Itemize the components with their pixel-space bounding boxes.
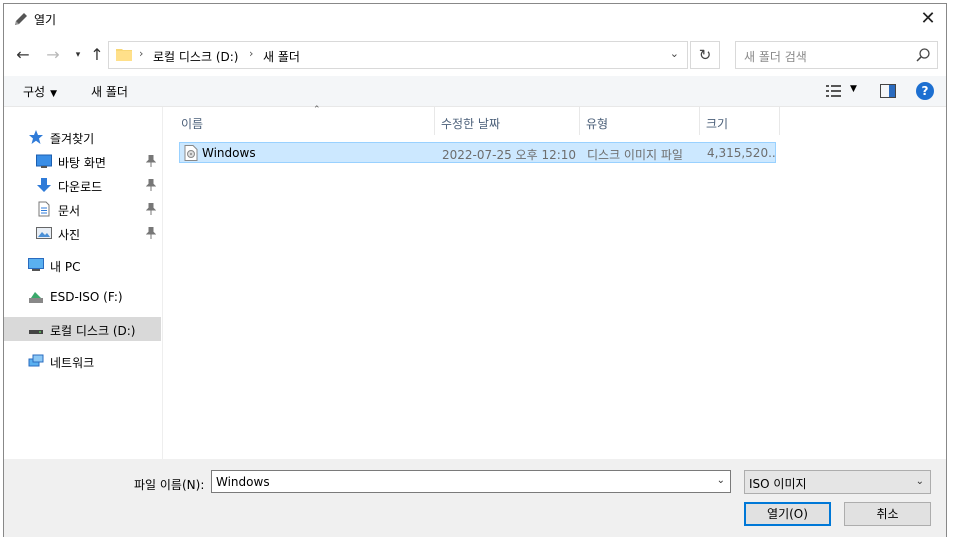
pin-icon[interactable]	[146, 227, 156, 239]
chevron-down-icon: ⌄	[915, 476, 924, 487]
folder-icon	[116, 49, 132, 61]
pictures-icon	[36, 227, 52, 239]
search-box[interactable]: 새 폴더 검색	[735, 41, 938, 69]
organize-label: 구성	[23, 85, 46, 99]
navigation-bar: ← → ▾ ↑ › 로컬 디스크 (D:) › 새 폴더 ⌄ ↻ 새 폴더 검색	[4, 39, 946, 73]
sidebar-item-label: 내 PC	[50, 260, 81, 274]
file-list: 이름 ⌃ 수정한 날짜 유형 크기 Windows 2022-07-25 오후 …	[163, 105, 946, 459]
sidebar-item-label: 즐겨찾기	[50, 132, 95, 146]
open-file-dialog: 열기 ✕ ← → ▾ ↑ › 로컬 디스크 (D:) › 새 폴더 ⌄ ↻ 새 …	[3, 3, 947, 537]
arrow-left-icon[interactable]: ←	[12, 44, 34, 66]
file-size: 4,315,520...	[707, 146, 775, 160]
sidebar-item-desktop[interactable]: 바탕 화면	[4, 149, 161, 173]
star-icon	[29, 130, 43, 144]
arrow-right-icon[interactable]: →	[42, 44, 64, 66]
breadcrumb-separator[interactable]: ›	[139, 47, 143, 60]
column-header-label: 수정한 날짜	[441, 117, 501, 131]
caret-down-icon: ▼	[50, 89, 58, 99]
file-modified: 2022-07-25 오후 12:10	[442, 148, 577, 162]
search-icon	[916, 48, 930, 62]
sidebar-item-label: 문서	[58, 204, 81, 218]
column-header-name[interactable]: 이름 ⌃	[175, 105, 435, 135]
pin-icon[interactable]	[146, 155, 156, 167]
window-title: 열기	[34, 13, 57, 27]
sidebar-item-esd-iso[interactable]: ESD-ISO (F:)	[4, 285, 161, 309]
pin-icon[interactable]	[146, 203, 156, 215]
sidebar-item-this-pc[interactable]: 내 PC	[4, 253, 161, 277]
file-name: Windows	[202, 146, 256, 160]
pin-icon[interactable]	[146, 179, 156, 191]
sidebar-item-label: ESD-ISO (F:)	[50, 290, 123, 304]
sidebar-item-downloads[interactable]: 다운로드	[4, 173, 161, 197]
sidebar-item-label: 사진	[58, 228, 81, 242]
usb-drive-icon	[29, 292, 43, 303]
help-icon[interactable]: ?	[916, 82, 934, 100]
search-placeholder[interactable]: 새 폴더 검색	[744, 48, 807, 65]
hard-drive-icon	[29, 330, 43, 334]
desktop-icon	[36, 154, 52, 168]
filename-value[interactable]: Windows	[216, 475, 270, 489]
file-row[interactable]: Windows 2022-07-25 오후 12:10 디스크 이미지 파일 4…	[179, 142, 776, 163]
organize-button[interactable]: 구성 ▼	[23, 83, 57, 100]
column-header-type[interactable]: 유형	[580, 107, 700, 135]
command-bar: 구성 ▼ 새 폴더 ▼ ?	[4, 76, 946, 107]
open-button[interactable]: 열기(O)	[744, 502, 831, 526]
refresh-icon[interactable]: ↻	[690, 41, 720, 69]
footer-panel: 파일 이름(N): Windows ⌄ ISO 이미지 ⌄ 열기(O) 취소	[4, 459, 946, 537]
sidebar-item-local-disk[interactable]: 로컬 디스크 (D:)	[4, 317, 161, 341]
breadcrumb-folder[interactable]: 새 폴더	[263, 48, 300, 65]
breadcrumb-separator[interactable]: ›	[249, 47, 253, 60]
navigation-pane: 즐겨찾기 바탕 화면 다운로드 문서 사진 내 PC ESD-ISO (F:) …	[4, 107, 163, 459]
document-icon	[38, 201, 50, 217]
column-header-label: 유형	[586, 117, 609, 131]
column-header-size[interactable]: 크기	[700, 107, 780, 135]
address-bar[interactable]: › 로컬 디스크 (D:) › 새 폴더 ⌄	[108, 41, 688, 69]
column-header-modified[interactable]: 수정한 날짜	[435, 107, 580, 135]
preview-pane-icon[interactable]	[880, 84, 896, 98]
sort-ascending-icon: ⌃	[313, 105, 321, 115]
cancel-button[interactable]: 취소	[844, 502, 931, 526]
computer-icon	[28, 258, 44, 271]
sidebar-item-network[interactable]: 네트워크	[4, 349, 161, 373]
disc-image-icon	[184, 145, 198, 161]
column-header-label: 이름	[181, 117, 204, 131]
filetype-value: ISO 이미지	[749, 477, 807, 491]
arrow-up-icon[interactable]: ↑	[86, 44, 108, 66]
download-icon	[37, 178, 51, 192]
breadcrumb-drive[interactable]: 로컬 디스크 (D:)	[153, 48, 238, 65]
filename-input[interactable]: Windows ⌄	[211, 470, 731, 493]
chevron-down-icon[interactable]: ⌄	[717, 475, 725, 486]
new-folder-button[interactable]: 새 폴더	[91, 83, 128, 100]
caret-down-icon[interactable]: ▼	[850, 84, 857, 94]
sidebar-item-label: 로컬 디스크 (D:)	[50, 324, 136, 338]
network-icon	[28, 354, 44, 367]
sidebar-item-pictures[interactable]: 사진	[4, 221, 161, 245]
filename-label: 파일 이름(N):	[134, 478, 205, 492]
file-type: 디스크 이미지 파일	[587, 148, 683, 162]
sidebar-item-quick-access[interactable]: 즐겨찾기	[4, 125, 161, 149]
title-bar: 열기 ✕	[4, 4, 946, 34]
pencil-icon	[15, 13, 27, 25]
close-icon[interactable]: ✕	[916, 7, 940, 31]
sidebar-item-label: 네트워크	[50, 356, 95, 370]
filetype-select[interactable]: ISO 이미지 ⌄	[744, 470, 931, 494]
sidebar-item-label: 다운로드	[58, 180, 103, 194]
sidebar-item-documents[interactable]: 문서	[4, 197, 161, 221]
sidebar-item-label: 바탕 화면	[58, 156, 106, 170]
view-options-icon[interactable]	[826, 84, 842, 98]
column-header-label: 크기	[706, 117, 729, 131]
chevron-down-icon[interactable]: ⌄	[670, 47, 679, 60]
